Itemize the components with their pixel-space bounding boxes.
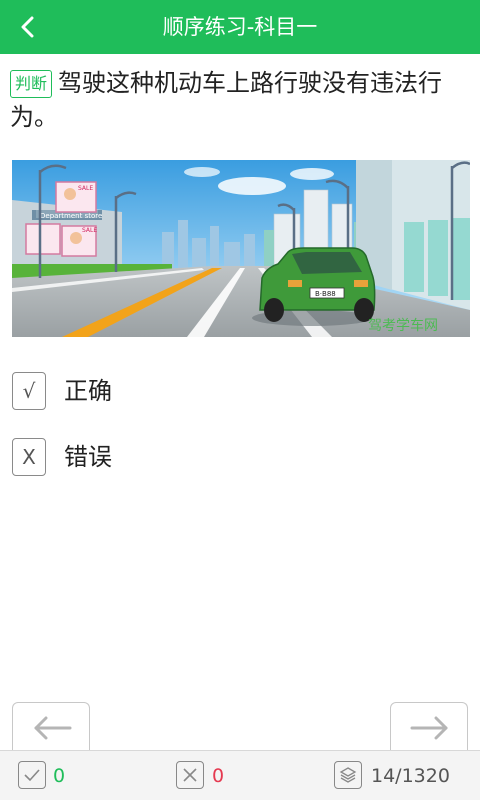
question-type-tag: 判断 <box>10 70 53 98</box>
next-question-button[interactable] <box>390 702 468 752</box>
correct-count: 0 <box>53 765 66 787</box>
previous-question-button[interactable] <box>12 702 90 752</box>
option-marker-check: √ <box>12 372 46 410</box>
billboard-sale-text-2: SALE <box>82 227 97 234</box>
correct-count-stat[interactable]: 0 <box>18 761 78 791</box>
billboard-sale-text: SALE <box>78 185 93 192</box>
question-text-block: 判断 驾驶这种机动车上路行驶没有违法行为。 <box>10 66 470 134</box>
store-sign-text: Department store <box>40 212 102 220</box>
watermark-text: 驾考学车网 <box>368 317 438 334</box>
question-text: 驾驶这种机动车上路行驶没有违法行为。 <box>10 69 443 131</box>
progress-stat[interactable]: 14/1320 <box>334 761 464 791</box>
arrow-left-icon <box>34 716 72 740</box>
wrong-count: 0 <box>212 765 225 787</box>
option-label: 正确 <box>64 377 112 405</box>
layers-icon <box>334 761 362 789</box>
option-marker-x: X <box>12 438 46 476</box>
street-scene-image: SALE SALE Department store B·B88 驾考学车网 <box>12 160 470 337</box>
option-correct[interactable]: √ 正确 <box>12 372 312 412</box>
progress-count: 14/1320 <box>371 765 450 787</box>
option-label: 错误 <box>64 443 112 471</box>
check-icon <box>18 761 46 789</box>
option-wrong[interactable]: X 错误 <box>12 438 312 478</box>
arrow-right-icon <box>410 716 448 740</box>
license-plate-text: B·B88 <box>315 290 336 298</box>
wrong-count-stat[interactable]: 0 <box>176 761 236 791</box>
page-title: 顺序练习-科目一 <box>162 15 318 39</box>
top-app-bar: 顺序练习-科目一 <box>0 0 480 54</box>
close-icon <box>176 761 204 789</box>
bottom-status-bar: 0 0 14/1320 <box>0 750 480 800</box>
